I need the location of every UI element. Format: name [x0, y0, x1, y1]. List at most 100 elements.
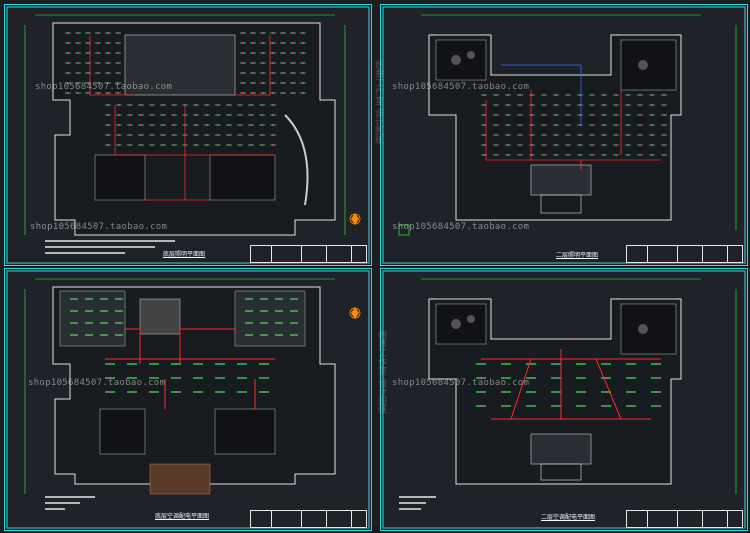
fixture-dot — [162, 104, 164, 106]
watermark: shop105684507.taobao.com — [392, 222, 530, 232]
fixture-dot — [97, 92, 99, 94]
fixture-dot — [627, 144, 629, 146]
fixture-dot — [495, 124, 497, 126]
fixture-dot — [239, 144, 241, 146]
fixture-dot — [272, 114, 274, 116]
fixture-dot — [261, 134, 263, 136]
fixture-dot — [103, 310, 105, 312]
fixture-dot — [272, 134, 274, 136]
fixture-dot — [252, 72, 254, 74]
fixture-dot — [580, 391, 582, 393]
fixture-dot — [579, 134, 581, 136]
fixture-dot — [292, 72, 294, 74]
fixture-dot — [603, 144, 605, 146]
fixture-dot — [282, 92, 284, 94]
fixture-dot — [302, 52, 304, 54]
fixture-dot — [217, 144, 219, 146]
fixture-dot — [151, 104, 153, 106]
fixture-dot — [655, 363, 657, 365]
fixture-dot — [77, 72, 79, 74]
fixture-dot — [195, 124, 197, 126]
fixture-dot — [495, 114, 497, 116]
fixture-dot — [262, 32, 264, 34]
fixture-dot — [530, 391, 532, 393]
fixture-dot — [88, 310, 90, 312]
fixture-dot — [292, 32, 294, 34]
fixture-dot — [555, 104, 557, 106]
fixture-dot — [197, 391, 199, 393]
fixture-dot — [627, 94, 629, 96]
fixture-dot — [555, 405, 557, 407]
title-block — [626, 510, 743, 528]
fixture-dot — [639, 114, 641, 116]
fixture-dot — [519, 154, 521, 156]
fixture-dot — [241, 363, 243, 365]
fixture-dot — [663, 134, 665, 136]
fixture-dot — [67, 42, 69, 44]
fixture-dot — [117, 72, 119, 74]
fixture-dot — [627, 114, 629, 116]
fixture-dot — [262, 42, 264, 44]
fixture-dot — [129, 104, 131, 106]
fixture-dot — [242, 92, 244, 94]
fixture-dot — [507, 134, 509, 136]
fixture-dot — [103, 322, 105, 324]
sheet-caption: 二层照明平面图 — [556, 252, 599, 259]
fixture-dot — [519, 144, 521, 146]
fixture-dot — [272, 144, 274, 146]
fixture-dot — [591, 144, 593, 146]
fixture-dot — [151, 114, 153, 116]
fixture-dot — [603, 114, 605, 116]
fixture-dot — [282, 52, 284, 54]
fixture-dot — [87, 52, 89, 54]
fixture-dot — [87, 32, 89, 34]
fixture-dot — [107, 62, 109, 64]
fixture-dot — [507, 114, 509, 116]
fixture-dot — [250, 114, 252, 116]
watermark-vertical: 创意工作室 设计图纸 — [373, 60, 383, 144]
fixture-dot — [292, 62, 294, 64]
sheet-bottom-right: 二层空调配电平面图 — [380, 268, 748, 531]
fixture-dot — [480, 363, 482, 365]
fixture-dot — [107, 124, 109, 126]
fixture-dot — [195, 144, 197, 146]
fixture-dot — [117, 42, 119, 44]
floor-plan-second-hvac-power — [382, 270, 746, 529]
fixture-dot — [555, 363, 557, 365]
fixture-dot — [603, 154, 605, 156]
fixture-dot — [118, 134, 120, 136]
fixture-dot — [293, 310, 295, 312]
fixture-dot — [579, 104, 581, 106]
fixture-dot — [605, 377, 607, 379]
fixture-dot — [655, 391, 657, 393]
fixture-dot — [603, 94, 605, 96]
fixture-dot — [530, 405, 532, 407]
fixture-dot — [131, 363, 133, 365]
fixture-dot — [242, 82, 244, 84]
fixture-dot — [107, 42, 109, 44]
fixture-dot — [627, 134, 629, 136]
fixture-dot — [555, 154, 557, 156]
fixture-dot — [250, 104, 252, 106]
fixture-dot — [630, 377, 632, 379]
fixture-dot — [603, 134, 605, 136]
fixture-dot — [495, 154, 497, 156]
fixture-dot — [483, 104, 485, 106]
fixture-dot — [263, 310, 265, 312]
fixture-dot — [241, 377, 243, 379]
fixture-dot — [219, 391, 221, 393]
fixture-dot — [261, 124, 263, 126]
fixture-dot — [615, 94, 617, 96]
fixture-dot — [140, 134, 142, 136]
fixture-dot — [129, 114, 131, 116]
fixture-dot — [663, 114, 665, 116]
fixture-dot — [543, 144, 545, 146]
fixture-dot — [302, 92, 304, 94]
fixture-dot — [129, 144, 131, 146]
fixture-dot — [97, 32, 99, 34]
fixture-dot — [627, 124, 629, 126]
fixture-dot — [615, 124, 617, 126]
fixture-dot — [272, 52, 274, 54]
fixture-dot — [97, 62, 99, 64]
fixture-dot — [580, 405, 582, 407]
